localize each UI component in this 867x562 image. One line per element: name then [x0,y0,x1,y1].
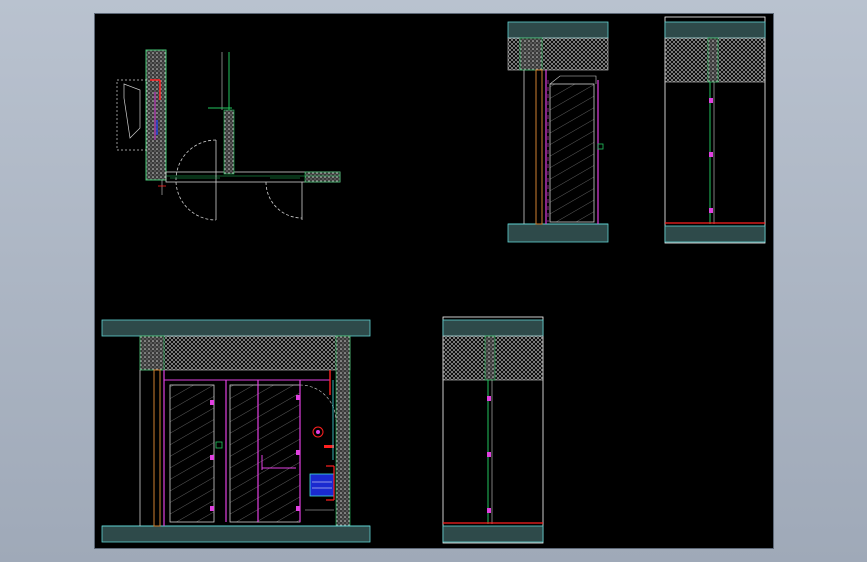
cad-drawing [101,16,766,544]
door-panel-large-1 [169,384,215,523]
plan-view [116,49,341,221]
section-small [664,16,766,244]
door-panel-small [549,83,595,223]
blue-fixture [309,473,335,497]
door-elevation-large [101,319,371,543]
plan-wall-vertical [145,49,167,181]
plan-door-swing-2 [265,181,303,219]
door-panel-large-3 [257,384,301,523]
section-large [442,316,544,544]
door-elevation-small [507,21,609,243]
plan-door-swing-1 [175,139,217,181]
door-panel-large-2 [229,384,259,523]
plan-cabinet-outline [116,79,148,151]
